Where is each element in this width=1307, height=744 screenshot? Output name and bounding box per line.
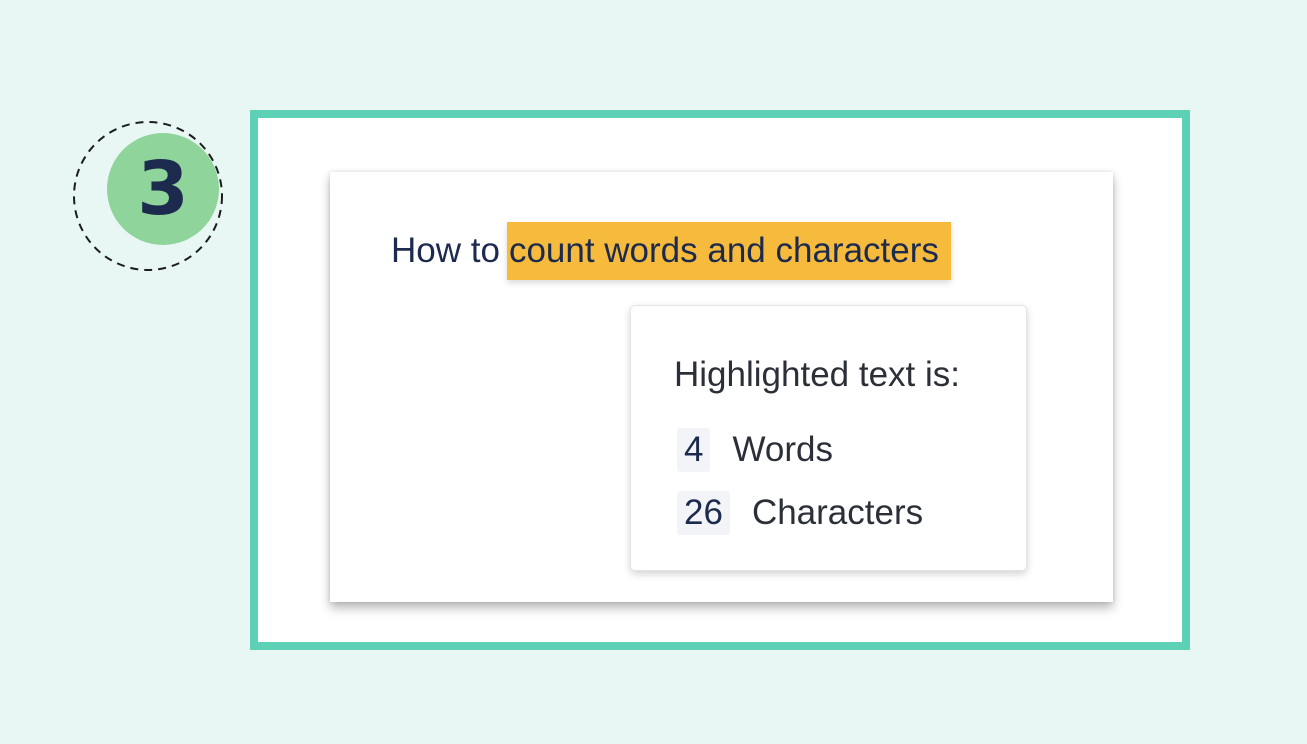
- character-count-row: 26 Characters: [677, 491, 923, 535]
- step-badge: 3: [72, 120, 224, 272]
- document-heading: How to count words and characters: [391, 222, 951, 280]
- screenshot-frame: How to count words and characters Highli…: [250, 110, 1190, 650]
- character-count-label: Characters: [751, 493, 924, 532]
- word-count-row: 4 Words: [677, 428, 833, 472]
- highlighted-text[interactable]: count words and characters: [506, 222, 951, 280]
- word-count-label: Words: [732, 430, 833, 469]
- heading-plain-text[interactable]: How to: [391, 231, 507, 271]
- selection-count-popup: Highlighted text is: 4 Words 26 Characte…: [630, 305, 1027, 571]
- tutorial-stage: 3 How to count words and characters High…: [0, 0, 1307, 744]
- step-number: 3: [137, 146, 189, 232]
- document-card: How to count words and characters Highli…: [330, 172, 1113, 602]
- character-count-value: 26: [677, 491, 730, 535]
- word-count-value: 4: [677, 428, 711, 472]
- popup-title: Highlighted text is:: [674, 355, 960, 394]
